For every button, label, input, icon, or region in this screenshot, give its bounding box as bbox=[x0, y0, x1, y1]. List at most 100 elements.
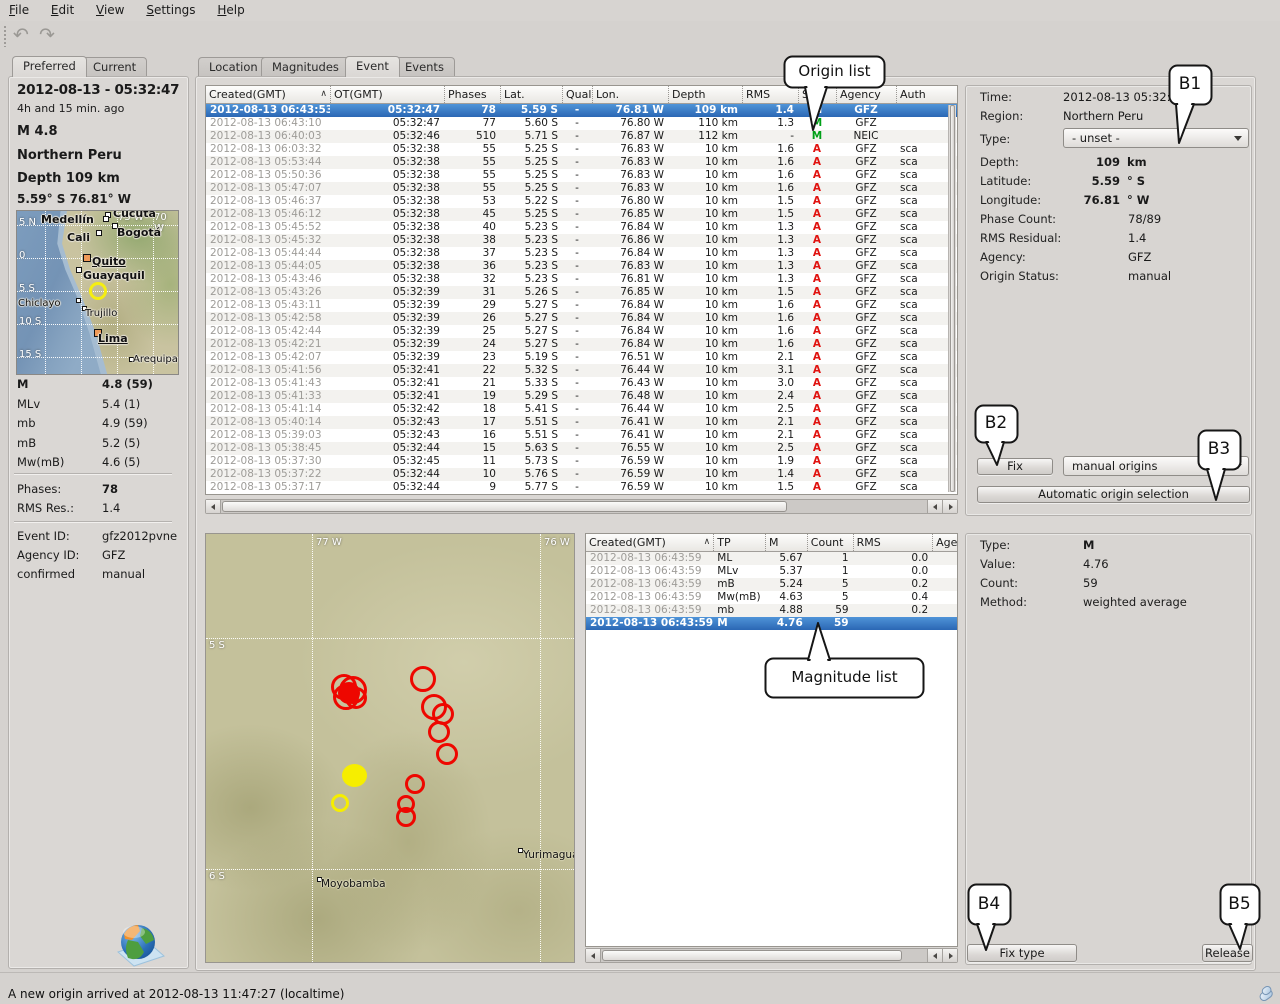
rms-residual-value: 1.4 bbox=[1063, 231, 1249, 245]
origin-ring bbox=[396, 807, 416, 827]
menu-edit[interactable]: Edit bbox=[42, 0, 83, 20]
column-header-rms[interactable]: RMS bbox=[853, 534, 933, 551]
column-header-created[interactable]: Created(GMT)∧ bbox=[586, 534, 713, 551]
column-header-count[interactable]: Count bbox=[807, 534, 853, 551]
scroll-left-button[interactable] bbox=[206, 500, 221, 513]
origin-row[interactable]: 2012-08-13 05:44:44 05:32:38 37 5.23 S -… bbox=[206, 247, 957, 260]
origin-row[interactable]: 2012-08-13 05:41:43 05:32:41 21 5.33 S -… bbox=[206, 377, 957, 390]
origin-row[interactable]: 2012-08-13 05:43:11 05:32:39 29 5.27 S -… bbox=[206, 299, 957, 312]
menu-file[interactable]: File bbox=[0, 0, 38, 20]
magnitude-table-hscrollbar[interactable] bbox=[585, 948, 958, 963]
origin-ring bbox=[405, 774, 425, 794]
origin-row[interactable]: 2012-08-13 05:42:44 05:32:39 25 5.27 S -… bbox=[206, 325, 957, 338]
origin-row[interactable]: 2012-08-13 05:37:22 05:32:44 10 5.76 S -… bbox=[206, 468, 957, 481]
magnitude-summary-row[interactable]: mb 4.9 (59) bbox=[0, 416, 189, 436]
origin-table-hscrollbar[interactable] bbox=[205, 499, 958, 514]
origin-table: Created(GMT)∧ OT(GMT) Phases Lat. Qual L… bbox=[205, 85, 958, 495]
origin-row[interactable]: 2012-08-13 06:03:32 05:32:38 55 5.25 S -… bbox=[206, 143, 957, 156]
origin-row[interactable]: 2012-08-13 05:47:07 05:32:38 55 5.25 S -… bbox=[206, 182, 957, 195]
city-yurimagua: Yurimagua bbox=[523, 849, 575, 861]
right-triangle-icon bbox=[949, 953, 953, 959]
tab-events[interactable]: Events bbox=[394, 57, 455, 77]
menu-view[interactable]: View bbox=[87, 0, 133, 20]
column-header-phases[interactable]: Phases bbox=[444, 86, 500, 103]
event-region: Northern Peru bbox=[17, 148, 122, 163]
tab-event[interactable]: Event bbox=[345, 56, 400, 77]
column-header-ot[interactable]: OT(GMT) bbox=[330, 86, 444, 103]
tab-location[interactable]: Location bbox=[198, 57, 269, 77]
origin-row[interactable]: 2012-08-13 05:50:36 05:32:38 55 5.25 S -… bbox=[206, 169, 957, 182]
callout-b3: B3 bbox=[1197, 429, 1245, 503]
magnitude-summary-row[interactable]: Mw(mB) 4.6 (5) bbox=[0, 455, 189, 475]
origin-row[interactable]: 2012-08-13 05:42:21 05:32:39 24 5.27 S -… bbox=[206, 338, 957, 351]
phase-count-label: Phase Count: bbox=[980, 212, 1056, 226]
gridline bbox=[206, 638, 574, 639]
scroll-left-button-2[interactable] bbox=[927, 949, 942, 962]
tab-magnitudes[interactable]: Magnitudes bbox=[261, 57, 350, 77]
scroll-left-button[interactable] bbox=[586, 949, 601, 962]
time-label: Time: bbox=[980, 90, 1012, 104]
origin-row[interactable]: 2012-08-13 05:41:14 05:32:42 18 5.41 S -… bbox=[206, 403, 957, 416]
magnitude-summary-row[interactable]: MLv 5.4 (1) bbox=[0, 397, 189, 417]
toolbar: ↶ ↷ bbox=[0, 21, 1280, 51]
menu-help[interactable]: Help bbox=[208, 0, 253, 20]
column-header-agency[interactable]: Age bbox=[932, 534, 957, 551]
magnitude-row[interactable]: 2012-08-13 06:43:59 ML 5.67 1 0.0 bbox=[586, 552, 957, 565]
origin-row[interactable]: 2012-08-13 05:43:46 05:32:38 32 5.23 S -… bbox=[206, 273, 957, 286]
magnitude-summary-row[interactable]: M 4.8 (59) bbox=[0, 377, 189, 397]
origin-row[interactable]: 2012-08-13 05:41:56 05:32:41 22 5.32 S -… bbox=[206, 364, 957, 377]
scroll-right-button[interactable] bbox=[942, 500, 957, 513]
back-arrow-icon[interactable]: ↶ bbox=[8, 22, 34, 48]
column-header-auth[interactable]: Auth bbox=[896, 86, 940, 103]
column-header-lat[interactable]: Lat. bbox=[500, 86, 562, 103]
origin-row[interactable]: 2012-08-13 05:40:14 05:32:43 17 5.51 S -… bbox=[206, 416, 957, 429]
origin-row[interactable]: 2012-08-13 05:45:52 05:32:38 40 5.23 S -… bbox=[206, 221, 957, 234]
column-header-created[interactable]: Created(GMT)∧ bbox=[206, 86, 330, 103]
column-header-lon[interactable]: Lon. bbox=[592, 86, 668, 103]
origin-status-label: Origin Status: bbox=[980, 269, 1059, 283]
magnitude-row[interactable]: 2012-08-13 06:43:59 Mw(mB) 4.63 5 0.4 bbox=[586, 591, 957, 604]
mag-method-value: weighted average bbox=[1063, 595, 1249, 609]
origin-row[interactable]: 2012-08-13 05:45:32 05:32:38 38 5.23 S -… bbox=[206, 234, 957, 247]
origin-location-map[interactable]: 77 W 76 W 5 S 6 S Moyobamba Yurimagua bbox=[205, 533, 575, 963]
magnitude-table-body: 2012-08-13 06:43:59 ML 5.67 1 0.0 2012-0… bbox=[586, 552, 957, 630]
mag-count-label: Count: bbox=[980, 576, 1018, 590]
origin-row[interactable]: 2012-08-13 05:42:07 05:32:39 23 5.19 S -… bbox=[206, 351, 957, 364]
tab-preferred[interactable]: Preferred bbox=[12, 56, 87, 77]
origin-row[interactable]: 2012-08-13 05:46:37 05:32:38 53 5.22 S -… bbox=[206, 195, 957, 208]
origin-row[interactable]: 2012-08-13 05:43:26 05:32:39 31 5.26 S -… bbox=[206, 286, 957, 299]
scrollbar-thumb[interactable] bbox=[222, 501, 787, 512]
scrollbar-thumb[interactable] bbox=[602, 950, 902, 961]
magnitude-row[interactable]: 2012-08-13 06:43:59 mb 4.88 59 0.2 bbox=[586, 604, 957, 617]
column-header-qual[interactable]: Qual bbox=[562, 86, 592, 103]
origin-row[interactable]: 2012-08-13 05:39:03 05:32:43 16 5.51 S -… bbox=[206, 429, 957, 442]
column-header-m[interactable]: M bbox=[765, 534, 807, 551]
magnitude-row[interactable]: 2012-08-13 06:43:59 MLv 5.37 1 0.0 bbox=[586, 565, 957, 578]
origin-row[interactable]: 2012-08-13 05:38:45 05:32:44 15 5.63 S -… bbox=[206, 442, 957, 455]
origin-type-dropdown[interactable]: - unset - bbox=[1063, 128, 1249, 148]
origin-row[interactable]: 2012-08-13 05:44:05 05:32:38 36 5.23 S -… bbox=[206, 260, 957, 273]
sort-asc-icon: ∧ bbox=[701, 534, 711, 551]
mag-count-value: 59 bbox=[1063, 576, 1249, 590]
forward-arrow-icon[interactable]: ↷ bbox=[34, 22, 60, 48]
menu-settings[interactable]: Settings bbox=[137, 0, 204, 20]
toolbar-drag-handle[interactable] bbox=[3, 25, 7, 47]
origin-row[interactable]: 2012-08-13 05:41:33 05:32:41 19 5.29 S -… bbox=[206, 390, 957, 403]
chevron-down-icon bbox=[1234, 136, 1242, 141]
scroll-left-button-2[interactable] bbox=[927, 500, 942, 513]
origin-row[interactable]: 2012-08-13 05:37:30 05:32:45 11 5.73 S -… bbox=[206, 455, 957, 468]
magnitude-summary-row[interactable]: mB 5.2 (5) bbox=[0, 436, 189, 456]
column-header-depth[interactable]: Depth bbox=[668, 86, 742, 103]
magnitude-row[interactable]: 2012-08-13 06:43:59 mB 5.24 5 0.2 bbox=[586, 578, 957, 591]
left-triangle-icon bbox=[211, 504, 215, 510]
tab-current[interactable]: Current bbox=[82, 57, 147, 77]
origin-ring-yellow bbox=[331, 794, 349, 812]
origin-table-vscrollbar[interactable] bbox=[948, 105, 956, 492]
overview-map[interactable]: 5 N 0 5 S 10 S 15 S 75 W 70 W Cúcuta Med… bbox=[16, 210, 179, 375]
origin-row[interactable]: 2012-08-13 05:42:58 05:32:39 26 5.27 S -… bbox=[206, 312, 957, 325]
column-header-tp[interactable]: TP bbox=[713, 534, 765, 551]
scroll-right-button[interactable] bbox=[942, 949, 957, 962]
origin-row[interactable]: 2012-08-13 05:37:17 05:32:44 9 5.77 S - … bbox=[206, 481, 957, 494]
origin-row[interactable]: 2012-08-13 05:46:12 05:32:38 45 5.25 S -… bbox=[206, 208, 957, 221]
origin-row[interactable]: 2012-08-13 05:53:44 05:32:38 55 5.25 S -… bbox=[206, 156, 957, 169]
